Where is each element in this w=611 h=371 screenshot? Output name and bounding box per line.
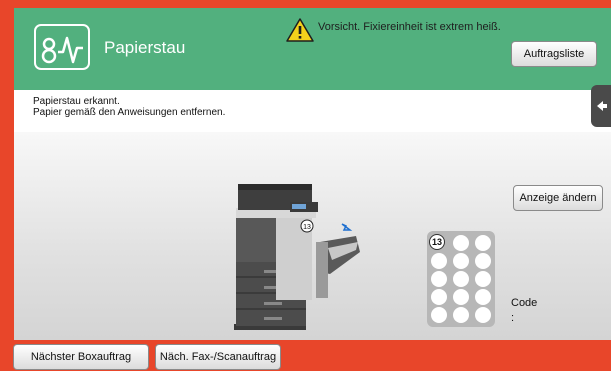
keypad-dot (453, 253, 469, 269)
status-line-2: Papier gemäß den Anweisungen entfernen. (33, 107, 226, 118)
warning-triangle-icon (286, 18, 314, 42)
keypad-dot (453, 289, 469, 305)
jam-location-keypad: 13 (427, 231, 495, 327)
keypad-dot (453, 271, 469, 287)
code-label: Code (511, 297, 538, 309)
keypad-dot (475, 307, 491, 323)
keypad-dot (475, 235, 491, 251)
job-list-button[interactable]: Auftragsliste (511, 41, 597, 67)
waveform-icon (34, 24, 90, 70)
next-fax-scan-job-button[interactable]: Näch. Fax-/Scanauftrag (155, 344, 281, 370)
page-title: Papierstau (104, 38, 186, 57)
keypad-dot (453, 307, 469, 323)
frame-top-border (0, 0, 611, 8)
change-view-button[interactable]: Anzeige ändern (513, 185, 603, 211)
keypad-dot (475, 253, 491, 269)
keypad-dot (431, 253, 447, 269)
next-box-job-button[interactable]: Nächster Boxauftrag (13, 344, 149, 370)
keypad-dot (431, 289, 447, 305)
back-tab[interactable] (591, 85, 611, 127)
warning-message: Vorsicht. Fixiereinheit ist extrem heiß. (318, 21, 501, 33)
keypad-dot (453, 235, 469, 251)
arrow-left-icon (597, 101, 607, 111)
printer-illustration: 13 (234, 184, 360, 330)
code-value: : (511, 312, 515, 324)
jam-position-marker: 13 (303, 224, 311, 231)
keypad-dot (431, 271, 447, 287)
status-message-area: Papierstau erkannt. Papier gemäß den Anw… (14, 90, 611, 132)
keypad-dot (431, 307, 447, 323)
keypad-dot (475, 271, 491, 287)
jam-code-number: 13 (429, 234, 445, 250)
keypad-dot (475, 289, 491, 305)
frame-left-border (0, 0, 14, 371)
status-line-1: Papierstau erkannt. (33, 96, 120, 107)
